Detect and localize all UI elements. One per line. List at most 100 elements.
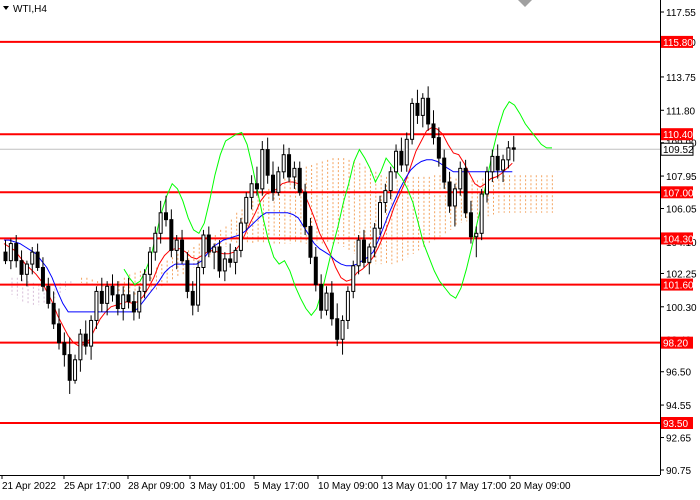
candle-body (324, 292, 329, 311)
candle-body (479, 193, 484, 234)
candle-body (356, 239, 361, 267)
level-label: 107.00 (663, 188, 694, 199)
candle-body (233, 249, 238, 263)
candle-body (14, 243, 19, 262)
candle-body (222, 258, 227, 272)
level-label: 93.50 (663, 419, 688, 430)
candle-body (137, 290, 142, 313)
y-tick-label: 90.75 (666, 466, 691, 477)
candle-body (174, 239, 179, 251)
candle-body (158, 212, 163, 234)
y-tick-label: 107.95 (666, 172, 697, 183)
candle-body (415, 102, 420, 116)
x-tick-label: 20 May 09:00 (510, 481, 571, 492)
candle-body (351, 265, 356, 292)
candle-body (420, 97, 425, 116)
candle-body (131, 301, 136, 313)
candle-body (3, 251, 8, 262)
x-tick-label: 10 May 09:00 (318, 481, 379, 492)
candle-body (164, 212, 168, 221)
x-tick-label: 17 May 17:00 (446, 481, 507, 492)
candle-body (367, 246, 372, 263)
candle-body (265, 149, 270, 176)
candle-body (319, 284, 324, 311)
candle-body (212, 246, 217, 253)
candle-body (260, 149, 265, 190)
candle-body (206, 234, 211, 253)
candle-body (431, 123, 436, 139)
current-price-label: 109.52 (660, 142, 694, 156)
chart-background (0, 0, 700, 500)
candle-body (361, 239, 366, 263)
y-tick-label: 100.30 (666, 303, 697, 314)
candle-body (271, 174, 275, 193)
candle-body (244, 196, 249, 224)
candle-body (378, 202, 382, 229)
candle-body (51, 302, 56, 325)
candle-body (147, 251, 152, 275)
candle-body (313, 256, 318, 286)
candle-body (501, 159, 506, 171)
candle-body (217, 246, 222, 272)
level-label: 101.60 (663, 281, 694, 292)
level-label: 115.80 (663, 38, 693, 49)
candle-body (94, 290, 99, 321)
candle-body (388, 171, 393, 192)
candle-body (281, 154, 286, 173)
candle-body (458, 167, 463, 190)
candle-body (35, 251, 40, 268)
candle-body (511, 147, 516, 150)
candle-body (57, 323, 61, 344)
y-tick-label: 113.75 (666, 73, 696, 84)
candle-body (201, 234, 206, 268)
candle-body (485, 171, 489, 195)
chart-title: WTI,H4 (13, 4, 47, 15)
candle-body (8, 243, 13, 262)
level-label: 98.20 (663, 339, 688, 350)
candle-body (169, 219, 174, 251)
candle-body (463, 167, 468, 214)
price-chart: 117.55115.80113.75111.80109.90107.95106.… (0, 0, 700, 500)
candle-body (442, 157, 447, 183)
candle-body (297, 167, 302, 193)
candle-body (89, 319, 94, 347)
candle-body (19, 260, 24, 275)
candle-body (372, 227, 377, 248)
candle-body (115, 294, 120, 310)
candle-body (490, 155, 495, 173)
y-tick-label: 94.55 (666, 401, 691, 412)
x-tick-label: 21 Apr 2022 (2, 481, 56, 492)
candle-body (121, 294, 126, 310)
x-tick-label: 13 May 01:00 (382, 481, 443, 492)
current-price-text: 109.52 (663, 145, 694, 156)
candle-body (308, 225, 313, 258)
candle-body (249, 183, 254, 198)
candle-body (105, 285, 110, 304)
candle-body (153, 232, 158, 253)
candle-body (67, 354, 72, 381)
candle-body (73, 359, 78, 381)
candle-body (468, 212, 473, 238)
candle-body (426, 97, 431, 125)
candle-body (329, 292, 334, 320)
y-tick-label: 106.05 (666, 205, 697, 216)
candle-body (78, 333, 83, 361)
candle-body (24, 263, 29, 275)
x-tick-label: 28 Apr 09:00 (128, 481, 185, 492)
candle-body (394, 150, 399, 173)
candle-body (335, 318, 340, 340)
candle-body (447, 181, 452, 207)
candle-body (40, 266, 45, 287)
y-tick-label: 92.65 (666, 434, 691, 445)
candle-body (474, 232, 479, 238)
candle-body (62, 342, 67, 356)
x-tick-label: 3 May 01:00 (190, 481, 245, 492)
y-tick-label: 117.55 (666, 8, 696, 19)
candle-body (196, 266, 201, 306)
candle-body (452, 188, 457, 207)
level-label: 110.40 (663, 130, 693, 141)
candle-body (345, 290, 350, 321)
candle-body (126, 294, 131, 303)
x-tick-label: 25 Apr 17:00 (64, 481, 121, 492)
candle-body (238, 222, 243, 251)
